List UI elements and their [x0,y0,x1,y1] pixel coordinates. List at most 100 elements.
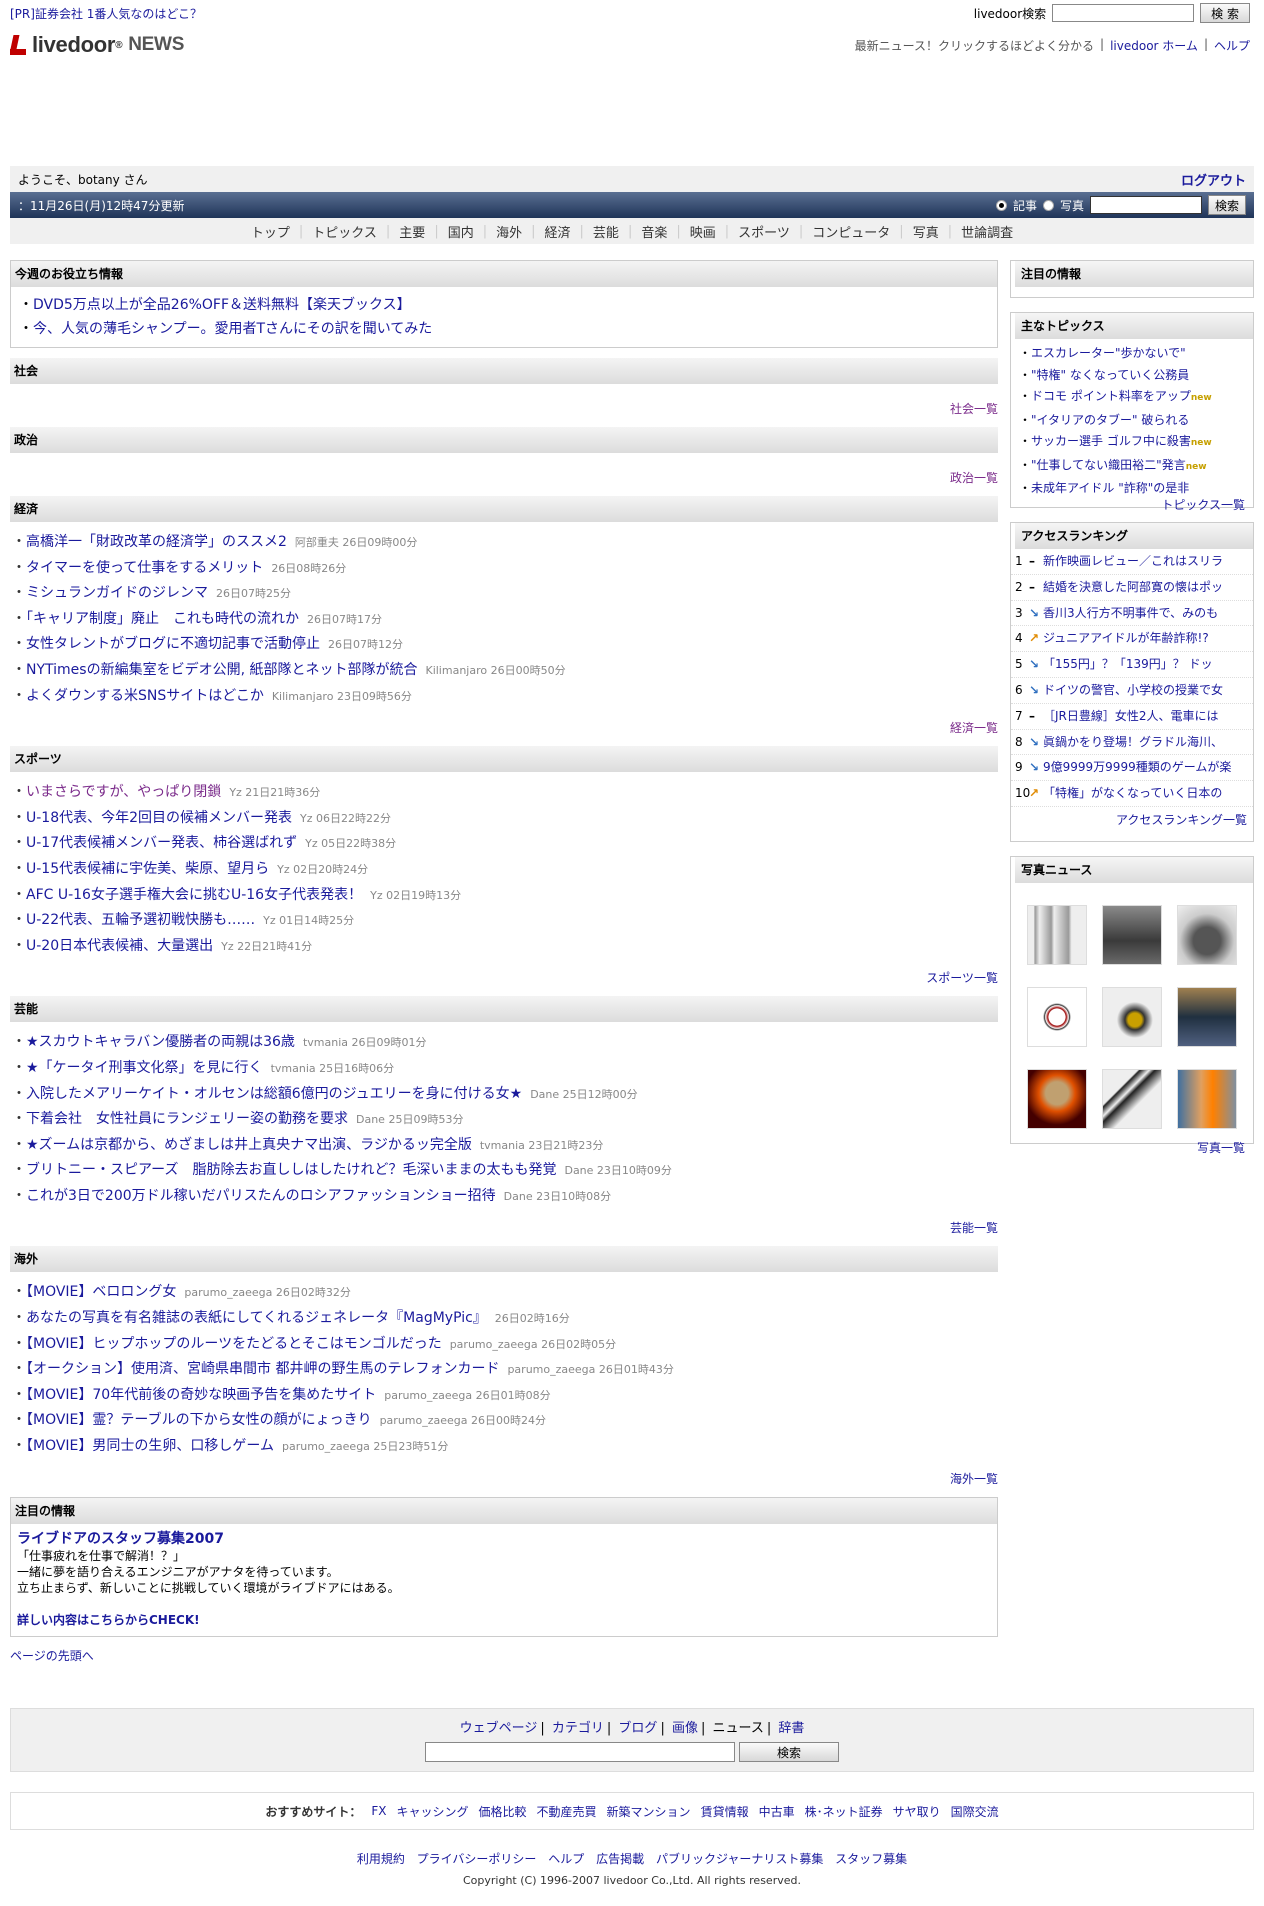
article-link[interactable]: ★スカウトキャラバン優勝者の両親は36歳 [26,1034,295,1050]
article-link[interactable]: ミシュランガイドのジレンマ [26,585,208,601]
footer-tab-blog[interactable]: ブログ [615,1721,660,1736]
rank-link[interactable]: 「155円」？「139円」？ ドッ [1043,657,1213,671]
article-link[interactable]: 【MOVIE】ヒップホップのルーツをたどるとそこはモンゴルだった [26,1336,442,1352]
nav-economy[interactable]: 経済 [536,222,580,241]
footer-tab-category[interactable]: カテゴリ [549,1721,607,1736]
rec-link[interactable]: 価格比較 [479,1803,527,1820]
article-link[interactable]: 【MOVIE】男同士の生卵、口移しゲーム [26,1438,274,1454]
article-link[interactable]: NYTimesの新編集室をビデオ公開, 紙部隊とネット部隊が統合 [26,662,417,678]
topics-more-link[interactable]: トピックス一覧 [1161,498,1245,512]
footer-link-terms[interactable]: 利用規約 [353,1852,409,1866]
topic-link[interactable]: "特権" なくなっていく公務員 [1031,368,1189,382]
photo-thumb[interactable] [1177,1069,1238,1129]
logout-link[interactable]: ログアウト [1181,170,1246,189]
footer-link-journalist[interactable]: パブリックジャーナリスト募集 [652,1852,827,1866]
topic-link[interactable]: ドコモ ポイント料率をアップ [1031,389,1191,403]
rec-link[interactable]: 株･ネット証券 [805,1803,883,1820]
article-link[interactable]: U-17代表候補メンバー発表、柿谷選ばれず [26,835,297,851]
rec-link[interactable]: 賃貸情報 [701,1803,749,1820]
rec-link[interactable]: FX [371,1804,386,1818]
topic-link[interactable]: 未成年アイドル "詐称"の是非 [1031,481,1189,495]
top-search-button[interactable]: 検 索 [1200,3,1250,23]
article-link[interactable]: あなたの写真を有名雑誌の表紙にしてくれるジェネレータ『MagMyPic』 [26,1310,487,1326]
page-top-link[interactable]: ページの先頭へ [10,1649,94,1663]
more-link[interactable]: 芸能一覧 [950,1221,998,1235]
top-search-input[interactable] [1052,4,1195,22]
radio-photo[interactable] [1042,199,1054,211]
photo-thumb[interactable] [1101,905,1162,965]
article-link[interactable]: 下着会社 女性社員にランジェリー姿の勤務を要求 [26,1111,348,1127]
nav-sports[interactable]: スポーツ [729,222,799,241]
topic-link[interactable]: サッカー選手 ゴルフ中に殺害 [1031,434,1191,448]
rank-link[interactable]: 「特権」がなくなっていく日本の [1043,786,1222,800]
article-link[interactable]: 高橋洋一「財政改革の経済学」のススメ2 [26,534,287,550]
help-link[interactable]: ヘルプ [1214,37,1250,54]
livedoor-logo[interactable]: livedoor ® NEWS [10,32,184,58]
article-link[interactable]: 女性タレントがブログに不適切記事で活動停止 [26,636,320,652]
photo-more-link[interactable]: 写真一覧 [1197,1141,1245,1155]
article-link[interactable]: いまさらですが、やっぱり閉鎖 [26,784,221,800]
livedoor-home-link[interactable]: livedoor ホーム [1110,37,1198,54]
photo-thumb[interactable] [1101,987,1162,1047]
rank-link[interactable]: ［JR日豊線］女性2人、電車には [1043,709,1219,723]
nav-poll[interactable]: 世論調査 [952,222,1022,241]
more-link[interactable]: 経済一覧 [950,721,998,735]
nav-overseas[interactable]: 海外 [487,222,531,241]
attention-headline[interactable]: ライブドアのスタッフ募集2007 [17,1531,224,1547]
photo-thumb[interactable] [1026,905,1087,965]
rank-link[interactable]: 眞鍋かをり登場！グラドル海川、 [1043,735,1223,749]
article-link[interactable]: 入院したメアリーケイト・オルセンは総額6億円のジュエリーを身に付ける女★ [26,1086,522,1102]
article-link[interactable]: 「キャリア制度」廃止 これも時代の流れか [26,611,299,627]
rec-link[interactable]: 不動産売買 [537,1803,597,1820]
attention-check-link[interactable]: 詳しい内容はこちらからCHECK! [17,1612,991,1628]
footer-search-input[interactable] [425,1742,735,1762]
article-link[interactable]: 【MOVIE】70年代前後の奇妙な映画予告を集めたサイト [26,1387,376,1403]
news-search-input[interactable] [1089,196,1202,214]
nav-music[interactable]: 音楽 [632,222,676,241]
nav-entertainment[interactable]: 芸能 [584,222,628,241]
nav-top[interactable]: トップ [242,222,299,241]
photo-thumb[interactable] [1101,1069,1162,1129]
nav-domestic[interactable]: 国内 [439,222,483,241]
more-link[interactable]: 社会一覧 [950,402,998,416]
useful-link[interactable]: DVD5万点以上が全品26%OFF＆送料無料【楽天ブックス】 [33,297,411,313]
nav-movie[interactable]: 映画 [681,222,725,241]
photo-thumb[interactable] [1177,987,1238,1047]
news-search-button[interactable]: 検索 [1207,195,1246,215]
footer-search-button[interactable]: 検索 [739,1742,839,1762]
photo-thumb[interactable] [1026,1069,1087,1129]
rank-link[interactable]: ドイツの警官、小学校の授業で女 [1043,683,1223,697]
photo-thumb[interactable] [1177,905,1238,965]
footer-link-staff[interactable]: スタッフ募集 [831,1852,911,1866]
footer-tab-news[interactable]: ニュース [709,1721,766,1736]
article-link[interactable]: 【MOVIE】霊？テーブルの下から女性の顔がにょっきり [26,1412,372,1428]
article-link[interactable]: ★「ケータイ刑事文化祭」を見に行く [26,1060,263,1076]
rank-link[interactable]: 香川3人行方不明事件で、みのも [1043,606,1218,620]
rank-link[interactable]: 結婚を決意した阿部寛の懐はポッ [1043,580,1223,594]
pr-link[interactable]: [PR]証券会社 1番人気なのはどこ？ [10,5,202,22]
nav-main[interactable]: 主要 [390,222,434,241]
footer-tab-image[interactable]: 画像 [669,1721,701,1736]
article-link[interactable]: U-18代表、今年2回目の候補メンバー発表 [26,810,292,826]
rank-link[interactable]: 9億9999万9999種類のゲームが楽 [1043,760,1231,774]
rec-link[interactable]: 国際交流 [951,1803,999,1820]
article-link[interactable]: 【MOVIE】ベロロング女 [26,1284,176,1300]
nav-topics[interactable]: トピックス [303,222,386,241]
more-link[interactable]: スポーツ一覧 [926,971,998,985]
ranking-more-link[interactable]: アクセスランキング一覧 [1116,813,1247,827]
article-link[interactable]: U-15代表候補に宇佐美、柴原、望月ら [26,861,269,877]
rec-link[interactable]: 新築マンション [607,1803,691,1820]
article-link[interactable]: AFC U-16女子選手権大会に挑むU-16女子代表発表！ [26,887,362,903]
footer-tab-dictionary[interactable]: 辞書 [775,1721,807,1736]
topic-link[interactable]: "仕事してない織田裕二"発言 [1031,458,1186,472]
rec-link[interactable]: キャッシング [397,1803,469,1820]
article-link[interactable]: 【オークション】使用済、宮崎県串間市 都井岬の野生馬のテレフォンカード [26,1361,499,1377]
article-link[interactable]: ★ズームは京都から、めざましは井上真央ナマ出演、ラジかるッ完全版 [26,1137,472,1153]
more-link[interactable]: 政治一覧 [950,471,998,485]
useful-link[interactable]: 今、人気の薄毛シャンプー。愛用者Tさんにその訳を聞いてみた [33,321,432,337]
footer-link-ads[interactable]: 広告掲載 [592,1852,648,1866]
footer-link-help[interactable]: ヘルプ [544,1852,588,1866]
nav-computer[interactable]: コンピュータ [803,222,899,241]
rank-link[interactable]: ジュニアアイドルが年齢詐称!? [1043,631,1209,645]
topic-link[interactable]: エスカレーター"歩かないで" [1031,346,1186,360]
